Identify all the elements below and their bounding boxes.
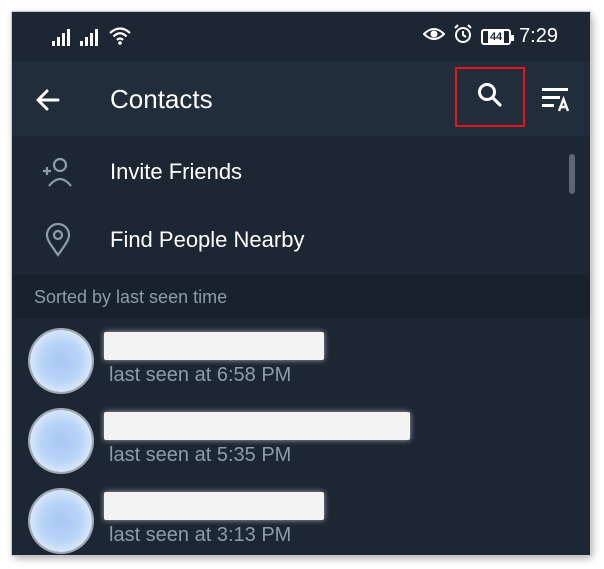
battery-icon: 44 bbox=[481, 28, 515, 45]
status-left-icons bbox=[52, 26, 132, 51]
contact-status: last seen at 3:13 PM bbox=[109, 524, 292, 546]
battery-level: 44 bbox=[487, 30, 505, 43]
location-pin-icon bbox=[40, 222, 76, 258]
contact-row[interactable]: last seen at 6:58 PM bbox=[12, 322, 590, 402]
status-bar: 44 7:29 bbox=[12, 12, 590, 62]
eye-icon bbox=[422, 25, 446, 48]
avatar bbox=[30, 410, 92, 472]
status-right-icons: 44 7:29 bbox=[422, 24, 558, 49]
arrow-left-icon bbox=[32, 89, 64, 120]
search-icon bbox=[476, 81, 504, 114]
invite-friends-label: Invite Friends bbox=[110, 159, 243, 184]
signal-icon bbox=[80, 28, 100, 51]
add-person-icon bbox=[40, 154, 76, 190]
contact-status: last seen at 5:35 PM bbox=[109, 444, 292, 466]
page-title: Contacts bbox=[110, 84, 213, 114]
alarm-icon bbox=[453, 24, 473, 49]
back-button[interactable] bbox=[32, 84, 64, 116]
phone-screen: 44 7:29 Contacts Invite Friends Find Peo… bbox=[12, 12, 590, 555]
avatar bbox=[30, 490, 92, 552]
section-header: Sorted by last seen time bbox=[12, 275, 590, 319]
contact-name-redacted bbox=[104, 332, 324, 360]
avatar bbox=[30, 330, 92, 392]
sort-button[interactable] bbox=[540, 84, 574, 114]
contact-name-redacted bbox=[104, 412, 410, 440]
contact-row[interactable]: last seen at 5:35 PM bbox=[12, 402, 590, 482]
find-people-nearby-label: Find People Nearby bbox=[110, 227, 305, 252]
status-time: 7:29 bbox=[519, 25, 558, 47]
scrollbar[interactable] bbox=[569, 154, 575, 194]
find-people-nearby-row[interactable]: Find People Nearby bbox=[12, 206, 590, 274]
invite-friends-row[interactable]: Invite Friends bbox=[12, 138, 590, 206]
contact-status: last seen at 6:58 PM bbox=[109, 364, 292, 386]
app-bar: Contacts bbox=[12, 62, 590, 136]
search-button[interactable] bbox=[455, 67, 525, 127]
contact-name-redacted bbox=[104, 492, 324, 520]
signal-icon bbox=[52, 28, 72, 51]
contact-row[interactable]: last seen at 3:13 PM bbox=[12, 482, 590, 555]
wifi-icon bbox=[108, 26, 132, 51]
sort-alpha-icon bbox=[540, 88, 574, 118]
section-header-label: Sorted by last seen time bbox=[34, 287, 228, 307]
